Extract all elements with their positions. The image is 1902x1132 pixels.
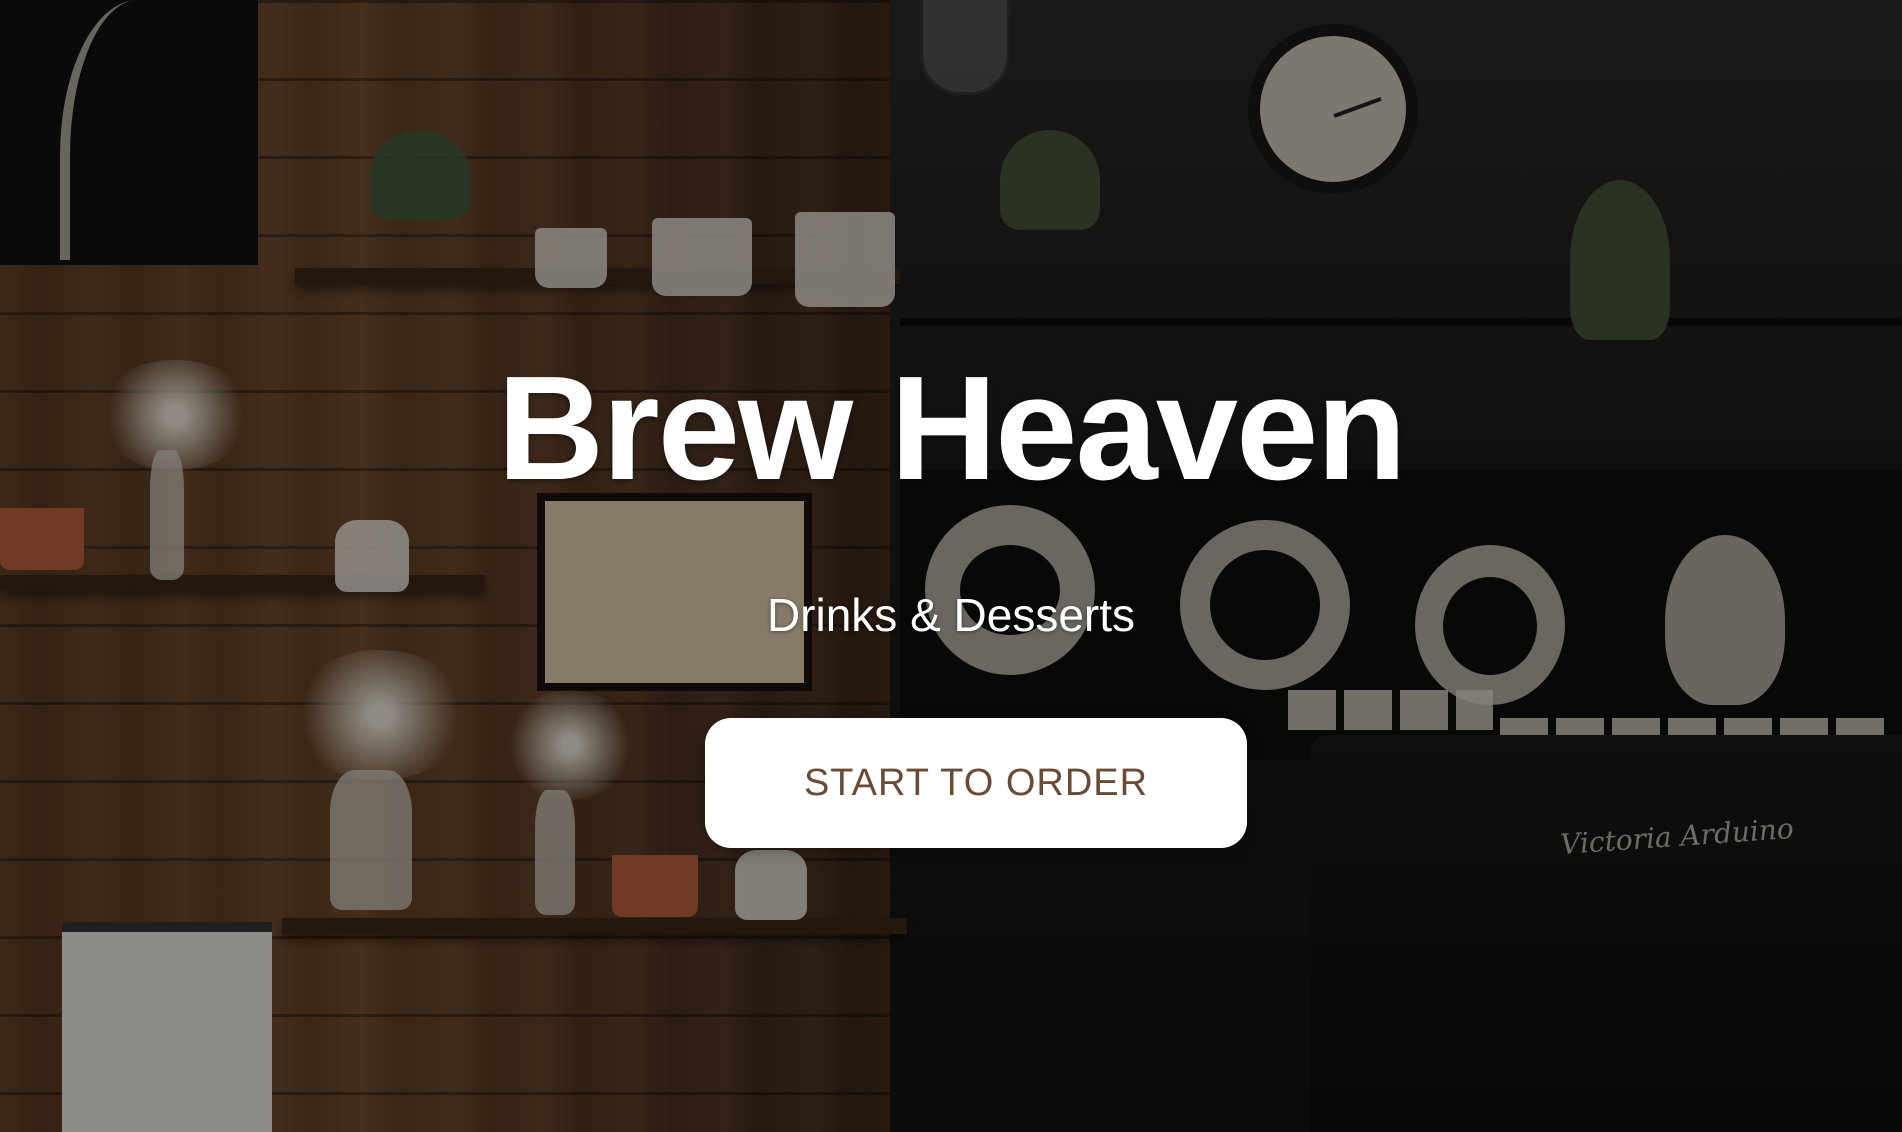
hero-section: Victoria Arduino Brew Heaven Drinks & De… [0,0,1902,1132]
hero-title: Brew Heaven [497,346,1407,511]
hero-content: Brew Heaven Drinks & Desserts START TO O… [0,0,1902,1132]
hero-subtitle: Drinks & Desserts [766,589,1136,641]
start-order-button[interactable]: START TO ORDER [705,718,1247,848]
